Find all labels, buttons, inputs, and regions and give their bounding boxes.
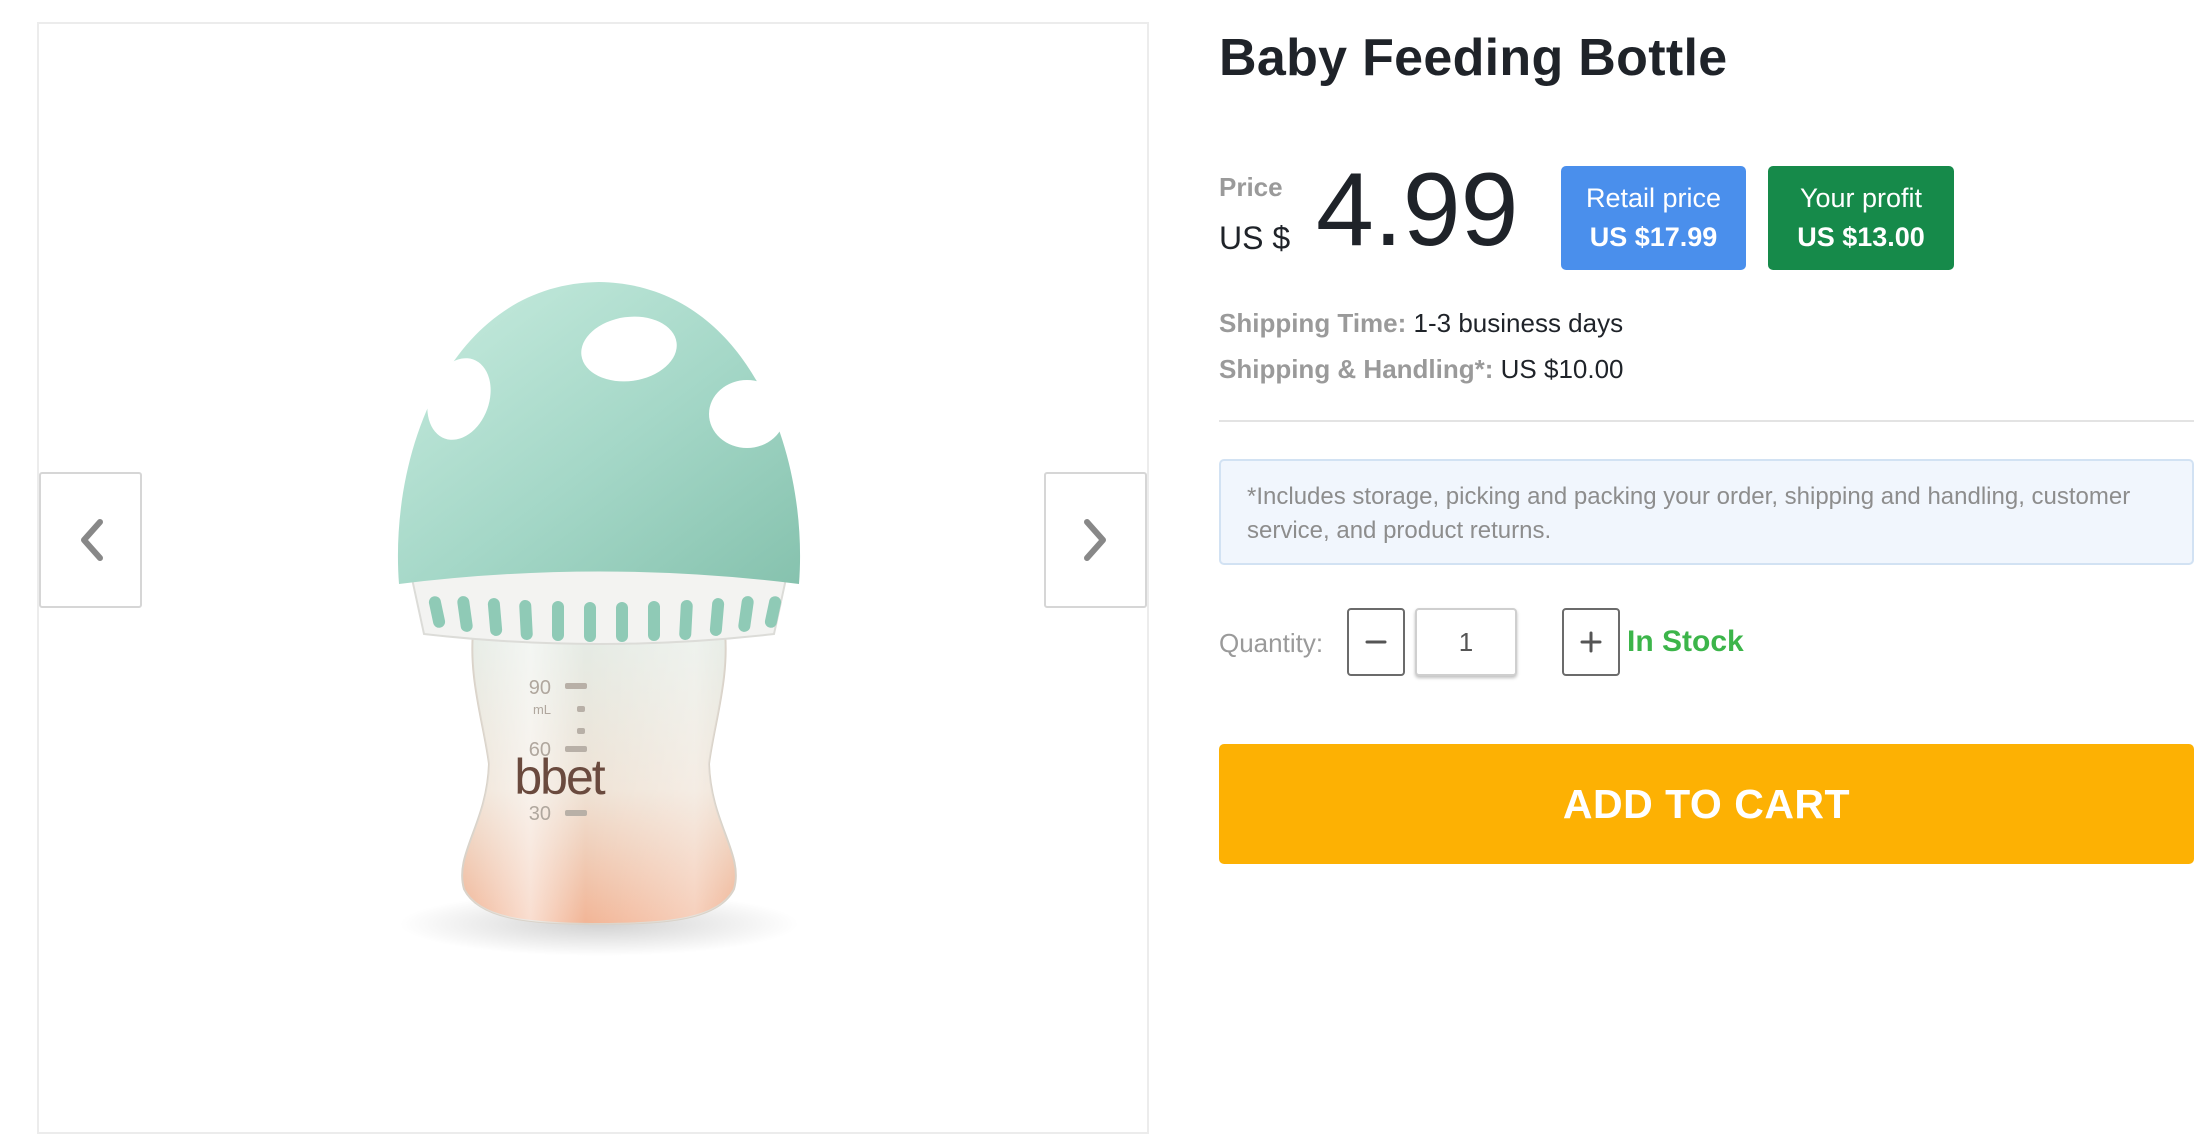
shipping-note: *Includes storage, picking and packing y… [1219,459,2194,565]
shipping-handling: Shipping & Handling*: US $10.00 [1219,354,1624,385]
minus-icon [1365,640,1387,644]
chevron-right-icon [1083,519,1106,561]
bottle-logo: bbet [514,749,605,805]
gallery-next-button[interactable] [1044,472,1147,608]
quantity-decrease-button[interactable] [1347,608,1405,676]
shipping-time-value: 1-3 business days [1413,308,1624,338]
chevron-left-icon [80,519,103,561]
product-title: Baby Feeding Bottle [1219,29,1728,87]
add-to-cart-button[interactable]: ADD TO CART [1219,744,2194,864]
product-details: Baby Feeding Bottle Price US $ 4.99 Reta… [1219,0,2194,1142]
bottle-mark-90: 90 [529,677,551,699]
bottle-mark-30: 30 [529,803,551,825]
product-gallery: 90 mL 60 30 bbet [37,22,1149,1134]
retail-price-label: Retail price [1585,183,1722,213]
shipping-handling-label: Shipping & Handling*: [1219,354,1494,384]
price-label: Price [1219,172,1283,202]
bottle-mark-unit: mL [533,702,551,717]
retail-price-value: US $17.99 [1589,222,1718,252]
shipping-time-label: Shipping Time: [1219,308,1407,338]
gallery-prev-button[interactable] [39,472,142,608]
profit-label: Your profit [1799,183,1923,213]
stock-status: In Stock [1627,625,1744,658]
quantity-label: Quantity: [1219,628,1324,658]
price-value: 4.99 [1316,152,1519,268]
retail-price-badge: Retail price US $17.99 [1561,166,1746,270]
price-currency: US $ [1219,220,1291,256]
plus-icon [1580,631,1602,653]
profit-value: US $13.00 [1797,222,1925,252]
product-page: 90 mL 60 30 bbet Baby Feeding Bottle Pri… [0,0,2204,1142]
shipping-handling-value: US $10.00 [1500,354,1624,384]
shipping-time: Shipping Time: 1-3 business days [1219,308,1623,339]
quantity-input[interactable] [1415,608,1517,676]
quantity-increase-button[interactable] [1562,608,1620,676]
divider [1219,420,2194,422]
profit-badge: Your profit US $13.00 [1768,166,1954,270]
product-image: 90 mL 60 30 bbet [397,282,801,956]
